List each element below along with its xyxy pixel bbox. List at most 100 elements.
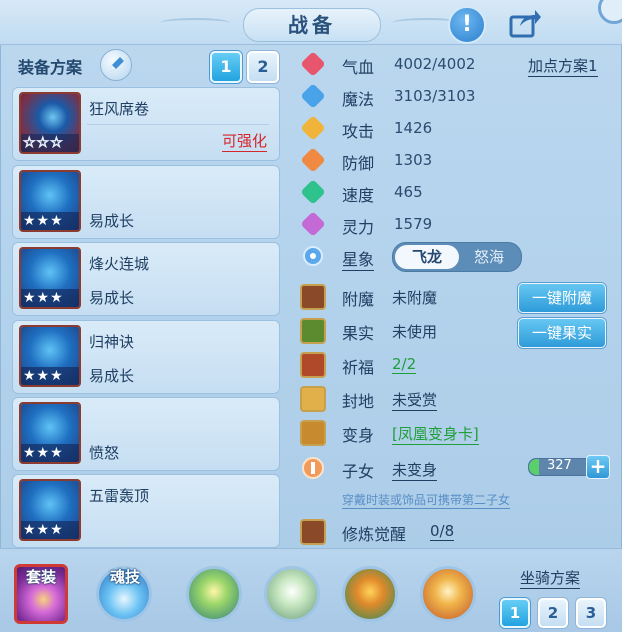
star-rating: ★★★	[23, 290, 64, 306]
constellation-toggle[interactable]: 飞龙 怒海	[392, 242, 522, 272]
fiefdom-label: 封地	[342, 392, 375, 411]
mana-icon	[300, 83, 326, 109]
children-label: 子女	[342, 462, 375, 481]
stat-value-speed: 465	[394, 183, 423, 201]
mount-scheme-2-button[interactable]: 2	[538, 598, 568, 628]
star-rating: ★★★	[23, 368, 64, 384]
sword-icon	[300, 115, 326, 141]
skill-slot-1[interactable]	[186, 566, 242, 622]
constellation-option-angry-sea[interactable]: 怒海	[459, 245, 519, 269]
transform-icon	[300, 420, 326, 446]
item-trait: 愤怒	[89, 444, 120, 462]
stat-value-hp: 4002/4002	[394, 55, 476, 73]
stat-label-defense: 防御	[342, 154, 375, 173]
share-button[interactable]	[508, 6, 542, 40]
item-trait: 易成长	[89, 212, 135, 230]
equip-thumb: ★★★	[19, 247, 81, 309]
mount-scheme-3-button[interactable]: 3	[576, 598, 606, 628]
stat-label-mp: 魔法	[342, 90, 375, 109]
one-click-fruit-button[interactable]: 一键果实	[518, 318, 606, 348]
fiefdom-icon	[300, 386, 326, 412]
fruit-icon	[300, 318, 326, 344]
fruit-label: 果实	[342, 324, 375, 343]
blessing-icon	[300, 352, 326, 378]
children-value[interactable]: 未变身	[392, 459, 438, 481]
add-child-resource-button[interactable]: +	[586, 455, 610, 479]
spirit-icon	[300, 211, 326, 237]
soul-skill-label: 魂技	[110, 568, 141, 586]
equip-thumb: ★★★	[19, 325, 81, 387]
add-points-scheme-link[interactable]: 加点方案1	[528, 55, 598, 77]
equip-thumb: ★★★	[19, 402, 81, 464]
enchant-value: 未附魔	[392, 289, 438, 307]
star-rating: ☆☆☆	[23, 135, 64, 152]
item-name: 狂风席卷	[89, 100, 150, 118]
header-ornament-left	[160, 18, 230, 28]
star-rating: ★★★	[23, 213, 64, 229]
stat-label-spirit: 灵力	[342, 218, 375, 237]
mount-scheme-label: 坐骑方案	[520, 569, 581, 589]
suit-label: 套装	[26, 568, 57, 586]
edit-scheme-button[interactable]	[100, 49, 132, 81]
skill-slot-3[interactable]	[342, 566, 398, 622]
stat-value-mp: 3103/3103	[394, 87, 476, 105]
star-rating: ★★★	[23, 522, 64, 538]
equip-card-6[interactable]: ★★★ 五雷轰顶	[12, 474, 280, 548]
transform-label: 变身	[342, 426, 375, 445]
transform-value[interactable]: [凤凰变身卡]	[392, 423, 479, 445]
skill-slot-4[interactable]	[420, 566, 476, 622]
child-resource-count: 327	[547, 458, 572, 473]
item-name: 烽火连城	[89, 255, 150, 273]
share-icon	[509, 10, 541, 38]
equip-thumb: ★★★	[19, 170, 81, 232]
stat-value-spirit: 1579	[394, 215, 433, 233]
blessing-value[interactable]: 2/2	[392, 355, 417, 374]
equip-thumb: ☆☆☆	[19, 92, 81, 154]
equip-card-3[interactable]: ★★★ 烽火连城 易成长	[12, 242, 280, 316]
stat-value-defense: 1303	[394, 151, 433, 169]
equip-card-1[interactable]: ☆☆☆ 狂风席卷 可强化	[12, 87, 280, 161]
equip-card-5[interactable]: ★★★ 愤怒	[12, 397, 280, 471]
blessing-label: 祈福	[342, 358, 375, 377]
star-compass-icon	[300, 243, 326, 269]
cultivation-icon	[300, 519, 326, 545]
star-rating: ★★★	[23, 445, 64, 461]
equip-card-4[interactable]: ★★★ 归神诀 易成长	[12, 320, 280, 394]
constellation-label: 星象	[342, 246, 375, 271]
constellation-option-flying-dragon[interactable]: 飞龙	[395, 245, 459, 269]
cultivation-label: 修炼觉醒	[342, 525, 407, 544]
plus-icon: +	[589, 454, 607, 478]
enhance-link[interactable]: 可强化	[221, 130, 267, 152]
equip-card-2[interactable]: ★★★ 易成长	[12, 165, 280, 239]
child-icon	[300, 455, 326, 481]
info-button[interactable]: !	[448, 6, 486, 44]
item-trait: 易成长	[89, 289, 135, 307]
pencil-icon	[110, 57, 124, 71]
equip-thumb: ★★★	[19, 479, 81, 541]
shield-icon	[300, 147, 326, 173]
divider	[87, 124, 269, 125]
stat-label-hp: 气血	[342, 58, 375, 77]
item-name: 五雷轰顶	[89, 487, 150, 505]
heart-icon	[300, 51, 326, 77]
skill-slot-2[interactable]	[264, 566, 320, 622]
mount-scheme-1-button[interactable]: 1	[500, 598, 530, 628]
enchant-label: 附魔	[342, 290, 375, 309]
cultivation-value[interactable]: 0/8	[430, 522, 455, 541]
item-trait: 易成长	[89, 367, 135, 385]
enchant-icon	[300, 284, 326, 310]
fiefdom-value[interactable]: 未受赏	[392, 389, 438, 411]
stat-label-speed: 速度	[342, 186, 375, 205]
page-title: 战备	[243, 8, 381, 42]
one-click-enchant-button[interactable]: 一键附魔	[518, 283, 606, 313]
second-child-hint-link[interactable]: 穿戴时装或饰品可携带第二子女	[342, 491, 511, 509]
stat-value-attack: 1426	[394, 119, 433, 137]
equip-scheme-1-button[interactable]: 1	[210, 51, 242, 83]
speed-icon	[300, 179, 326, 205]
exclamation-icon: !	[461, 12, 473, 37]
equip-scheme-label: 装备方案	[18, 58, 83, 77]
item-name: 归神诀	[89, 333, 135, 351]
stat-label-attack: 攻击	[342, 122, 375, 141]
equip-scheme-2-button[interactable]: 2	[247, 51, 279, 83]
fruit-value: 未使用	[392, 323, 438, 341]
